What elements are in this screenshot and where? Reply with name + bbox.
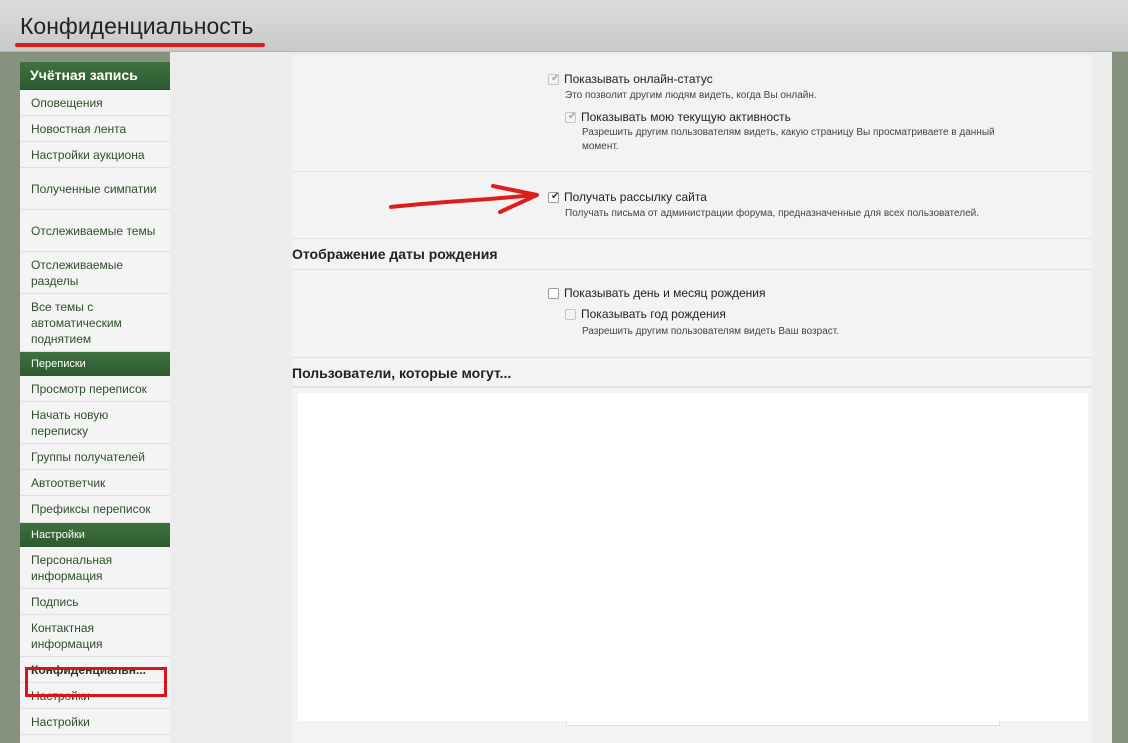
current-activity-description-2: момент. bbox=[582, 141, 619, 152]
sidebar-item-personal-details[interactable]: Персональная информация bbox=[20, 547, 170, 589]
sidebar-heading-settings[interactable]: Настройки bbox=[20, 523, 170, 547]
current-activity-option: ✔ Показывать мою текущую активность bbox=[565, 110, 791, 124]
sidebar-item-start-conversation[interactable]: Начать новую переписку bbox=[20, 402, 170, 444]
sidebar-item-watched-forums[interactable]: Отслеживаемые разделы bbox=[20, 252, 170, 294]
show-year-checkbox[interactable] bbox=[565, 308, 576, 320]
online-status-label[interactable]: Показывать онлайн-статус bbox=[564, 72, 713, 86]
current-activity-label[interactable]: Показывать мою текущую активность bbox=[581, 110, 791, 124]
sidebar-item-privacy[interactable]: Конфиденциальн... bbox=[20, 657, 170, 683]
page-header: Конфиденциальность bbox=[0, 0, 1128, 52]
users-permissions-panel bbox=[298, 393, 1088, 721]
check-icon: ✔ bbox=[568, 110, 577, 122]
birthday-section: Показывать день и месяц рождения Показыв… bbox=[292, 269, 1092, 358]
show-year-option: Показывать год рождения bbox=[565, 307, 726, 321]
newsletter-option: ✔ Получать рассылку сайта bbox=[548, 190, 707, 204]
users-section-title: Пользователи, которые могут... bbox=[292, 365, 512, 381]
online-status-option: ✔ Показывать онлайн-статус bbox=[548, 72, 713, 86]
sidebar-item-preferences-2[interactable]: Настройки bbox=[20, 709, 170, 735]
sidebar-settings-list: Персональная информация Подпись Контактн… bbox=[20, 547, 170, 735]
sidebar-item-recipient-groups[interactable]: Группы получателей bbox=[20, 444, 170, 470]
online-status-checkbox[interactable]: ✔ bbox=[548, 72, 560, 85]
show-dob-checkbox[interactable] bbox=[548, 287, 559, 299]
status-section: ✔ Показывать онлайн-статус Это позволит … bbox=[292, 55, 1092, 172]
check-icon: ✔ bbox=[551, 190, 560, 202]
sidebar: Учётная запись Оповещения Новостная лент… bbox=[20, 62, 170, 743]
sidebar-item-likes-received[interactable]: Полученные симпатии bbox=[20, 168, 170, 210]
show-dob-option: Показывать день и месяц рождения bbox=[548, 286, 766, 300]
annotation-arrow-icon bbox=[389, 184, 539, 214]
sidebar-item-autoresponder[interactable]: Автоответчик bbox=[20, 470, 170, 496]
sidebar-item-conversation-prefixes[interactable]: Префиксы переписок bbox=[20, 496, 170, 523]
current-activity-description-1: Разрешить другим пользователям видеть, к… bbox=[582, 127, 995, 138]
show-dob-label[interactable]: Показывать день и месяц рождения bbox=[564, 286, 766, 300]
sidebar-item-auction-settings[interactable]: Настройки аукциона bbox=[20, 142, 170, 168]
users-panel-field bbox=[566, 721, 1000, 726]
check-icon: ✔ bbox=[551, 72, 560, 84]
newsletter-description: Получать письма от администрации форума,… bbox=[565, 208, 980, 219]
title-annotation-underline bbox=[15, 43, 265, 47]
show-year-description: Разрешить другим пользователям видеть Ва… bbox=[582, 326, 839, 337]
sidebar-heading-conversations[interactable]: Переписки bbox=[20, 352, 170, 376]
sidebar-account-list: Оповещения Новостная лента Настройки аук… bbox=[20, 90, 170, 352]
sidebar-item-auto-bump-threads[interactable]: Все темы с автоматическим поднятием bbox=[20, 294, 170, 352]
sidebar-item-watched-threads[interactable]: Отслеживаемые темы bbox=[20, 210, 170, 252]
sidebar-item-preferences[interactable]: Настройки bbox=[20, 683, 170, 709]
page-title: Конфиденциальность bbox=[20, 13, 254, 39]
sidebar-item-signature[interactable]: Подпись bbox=[20, 589, 170, 615]
sidebar-item-contact-details[interactable]: Контактная информация bbox=[20, 615, 170, 657]
birthday-section-title: Отображение даты рождения bbox=[292, 246, 498, 262]
users-section-divider bbox=[292, 386, 1092, 388]
newsletter-label[interactable]: Получать рассылку сайта bbox=[564, 190, 707, 204]
newsletter-checkbox[interactable]: ✔ bbox=[548, 190, 560, 203]
sidebar-item-alerts[interactable]: Оповещения bbox=[20, 90, 170, 116]
current-activity-checkbox[interactable]: ✔ bbox=[565, 110, 577, 123]
show-year-label[interactable]: Показывать год рождения bbox=[581, 307, 726, 321]
sidebar-heading-account[interactable]: Учётная запись bbox=[20, 62, 170, 90]
sidebar-item-view-conversations[interactable]: Просмотр переписок bbox=[20, 376, 170, 402]
sidebar-item-news-feed[interactable]: Новостная лента bbox=[20, 116, 170, 142]
online-status-description: Это позволит другим людям видеть, когда … bbox=[565, 90, 817, 101]
sidebar-conversations-list: Просмотр переписок Начать новую переписк… bbox=[20, 376, 170, 523]
